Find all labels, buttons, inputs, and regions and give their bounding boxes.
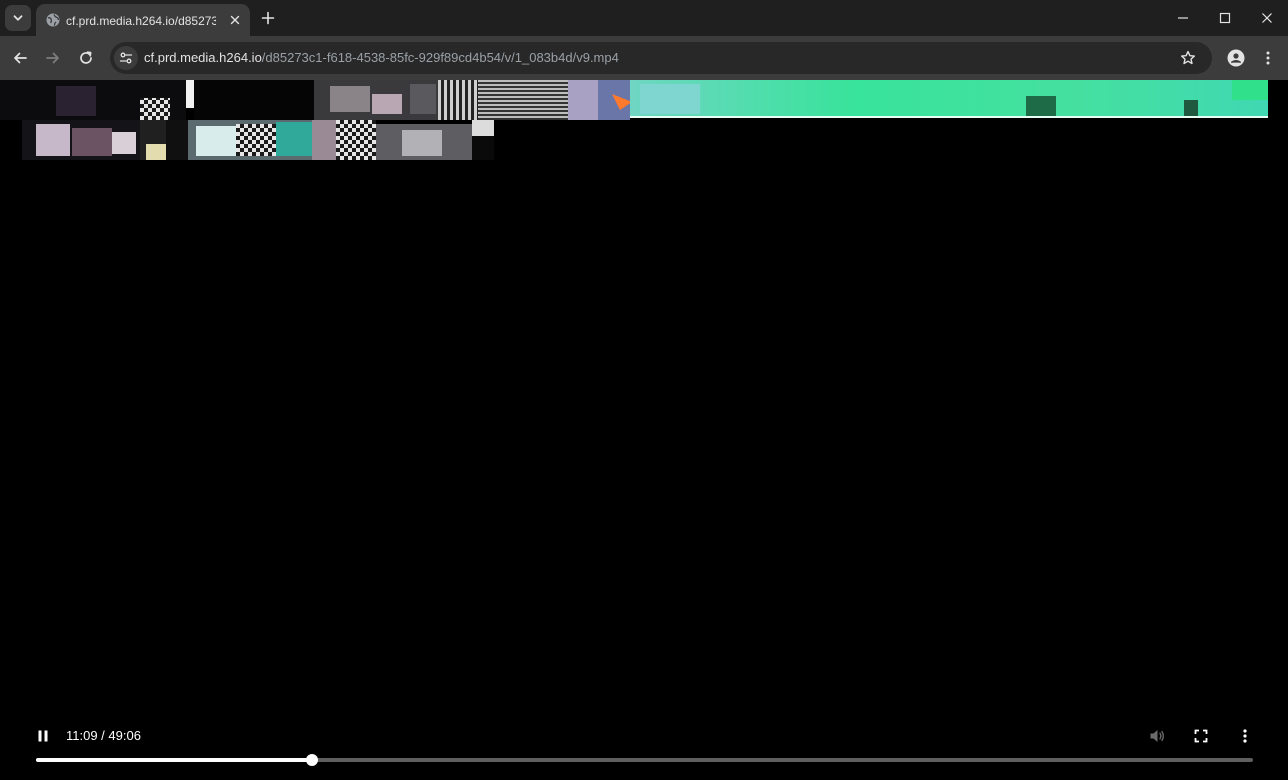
star-icon xyxy=(1181,50,1195,65)
back-button[interactable] xyxy=(6,44,34,72)
arrow-right-icon xyxy=(46,52,59,64)
tune-icon xyxy=(119,52,133,64)
new-tab-button[interactable] xyxy=(256,6,280,30)
player-controls: 11:09 / 49:06 xyxy=(0,80,1288,780)
browser-menu-button[interactable] xyxy=(1254,44,1282,72)
pause-icon xyxy=(38,730,48,742)
tab-active[interactable]: cf.prd.media.h264.io/d85273c1-f618-4538-… xyxy=(36,4,250,36)
chevron-down-icon xyxy=(13,15,23,21)
forward-button[interactable] xyxy=(39,44,67,72)
mute-button[interactable] xyxy=(1145,724,1169,748)
close-window-button[interactable] xyxy=(1246,0,1288,36)
pause-button[interactable] xyxy=(31,724,55,748)
close-icon xyxy=(230,15,240,25)
progress-scrubber-handle[interactable] xyxy=(306,754,319,766)
plus-icon xyxy=(261,11,275,25)
volume-muted-icon xyxy=(1150,730,1164,742)
minimize-button[interactable] xyxy=(1162,0,1204,36)
kebab-menu-icon xyxy=(1266,51,1270,65)
tab-search-button[interactable] xyxy=(5,5,31,31)
person-icon xyxy=(1227,49,1245,67)
reload-icon xyxy=(80,51,92,64)
progress-bar[interactable] xyxy=(36,754,1253,766)
tab-title: cf.prd.media.h264.io/d85273c1-f618-4538-… xyxy=(66,14,216,28)
address-bar[interactable]: cf.prd.media.h264.io/d85273c1-f618-4538-… xyxy=(110,42,1212,74)
maximize-button[interactable] xyxy=(1204,0,1246,36)
url-path: /d85273c1-f618-4538-85fc-929f89cd4b54/v/… xyxy=(261,50,619,65)
time-display: 11:09 / 49:06 xyxy=(66,728,141,743)
minimize-icon xyxy=(1178,17,1188,19)
toolbar: cf.prd.media.h264.io/d85273c1-f618-4538-… xyxy=(0,36,1288,80)
close-icon xyxy=(1262,13,1272,23)
fullscreen-button[interactable] xyxy=(1189,724,1213,748)
browser-window: cf.prd.media.h264.io/d85273c1-f618-4538-… xyxy=(0,0,1288,780)
fullscreen-icon xyxy=(1194,729,1208,743)
arrow-left-icon xyxy=(14,52,27,64)
url-text: cf.prd.media.h264.io/d85273c1-f618-4538-… xyxy=(144,50,619,66)
tab-strip: cf.prd.media.h264.io/d85273c1-f618-4538-… xyxy=(0,0,1288,36)
profile-button[interactable] xyxy=(1222,44,1250,72)
reload-button[interactable] xyxy=(72,44,100,72)
kebab-menu-icon xyxy=(1243,729,1247,743)
globe-icon xyxy=(46,13,60,27)
url-host: cf.prd.media.h264.io xyxy=(144,50,262,65)
bookmark-button[interactable] xyxy=(1176,46,1200,70)
site-info-button[interactable] xyxy=(114,46,138,70)
video-player[interactable]: 11:09 / 49:06 xyxy=(0,80,1288,780)
tab-close-button[interactable] xyxy=(225,10,245,30)
progress-played xyxy=(36,758,313,762)
player-options-button[interactable] xyxy=(1233,724,1257,748)
maximize-icon xyxy=(1219,12,1231,24)
